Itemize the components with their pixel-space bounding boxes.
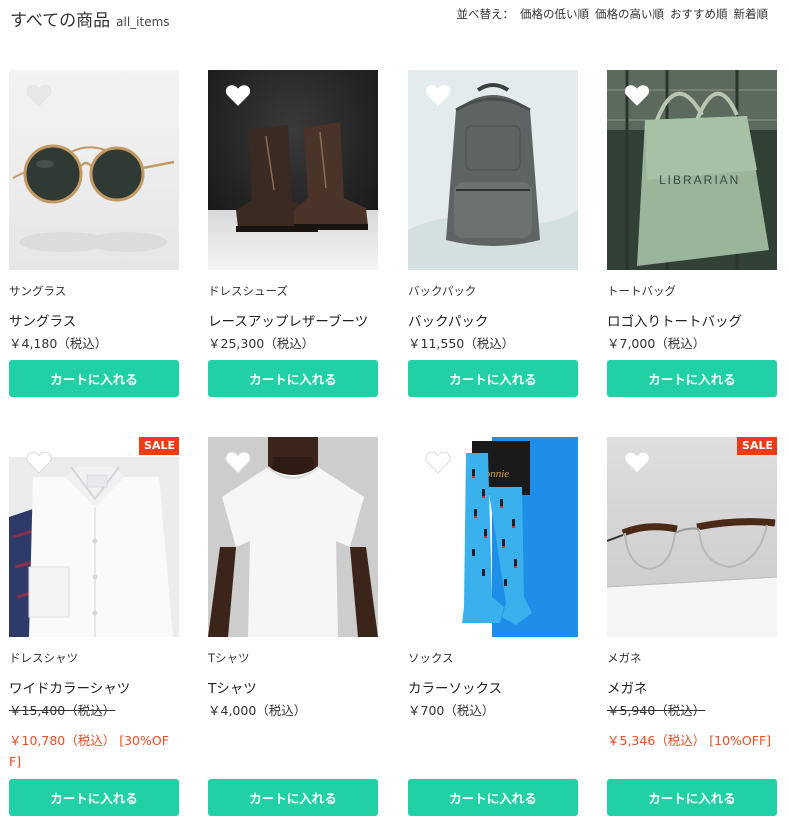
heart-icon[interactable] (225, 450, 251, 474)
product-card: Tシャツ Tシャツ ￥4,000（税込） カートに入れる (208, 437, 378, 816)
product-image-tshirt[interactable] (208, 437, 378, 637)
heart-icon[interactable] (26, 450, 52, 474)
tote-bag-logo: LIBRARIAN (659, 173, 740, 187)
product-category: トートバッグ (607, 284, 676, 298)
product-price: ￥25,300（税込） (208, 336, 315, 351)
product-category: Tシャツ (208, 651, 250, 665)
product-name[interactable]: メガネ (607, 677, 648, 697)
product-price: ￥4,000（税込） (208, 703, 307, 718)
product-card: Bonnie ソックス カラーソックス ￥700（税込） カートに入れる (408, 437, 578, 816)
heart-icon[interactable] (624, 450, 650, 474)
product-sale-price: ￥10,780（税込） [30%OFF] (9, 733, 169, 769)
page-subtitle: all_items (116, 15, 170, 29)
add-to-cart-button[interactable]: カートに入れる (208, 779, 378, 816)
product-category: ドレスシャツ (9, 651, 78, 665)
product-image-dress-shirt[interactable]: SALE (9, 437, 179, 637)
product-card: SALE メガネ メガネ ￥5,940（税込） ￥5,346（税込） [10%O… (607, 437, 777, 816)
heart-icon[interactable] (225, 83, 251, 107)
sort-newest[interactable]: 新着順 (734, 7, 769, 21)
add-to-cart-button[interactable]: カートに入れる (9, 360, 179, 397)
product-category: メガネ (607, 651, 642, 665)
add-to-cart-button[interactable]: カートに入れる (9, 779, 179, 816)
product-original-price: ￥15,400（税込） (9, 703, 116, 718)
heart-icon[interactable] (624, 83, 650, 107)
page-title: すべての商品 all_items (10, 6, 170, 31)
heart-icon[interactable] (425, 83, 451, 107)
page-title-text: すべての商品 (10, 11, 111, 31)
sort-label: 並べ替え： (456, 7, 515, 21)
sale-badge: SALE (737, 437, 777, 455)
product-card: SALE ドレスシャツ ワイドカラーシャツ ￥15,400（税込） ￥10,78… (9, 437, 179, 816)
product-card: ドレスシューズ レースアップレザーブーツ ￥25,300（税込） カートに入れる (208, 70, 378, 397)
add-to-cart-button[interactable]: カートに入れる (408, 779, 578, 816)
product-price: ￥11,550（税込） (408, 336, 515, 351)
product-image-sunglasses[interactable] (9, 70, 179, 270)
product-price: ￥4,180（税込） (9, 336, 108, 351)
sort-price-asc[interactable]: 価格の低い順 (520, 7, 589, 21)
product-image-glasses[interactable]: SALE (607, 437, 777, 637)
heart-icon[interactable] (26, 83, 52, 107)
product-category: ドレスシューズ (208, 284, 288, 298)
product-original-price: ￥5,940（税込） (607, 703, 706, 718)
product-category: サングラス (9, 284, 67, 298)
product-price: ￥7,000（税込） (607, 336, 706, 351)
product-name[interactable]: バックパック (408, 310, 488, 330)
sort-recommended[interactable]: おすすめ順 (670, 7, 728, 21)
add-to-cart-button[interactable]: カートに入れる (208, 360, 378, 397)
sort-price-desc[interactable]: 価格の高い順 (595, 7, 664, 21)
product-name[interactable]: ロゴ入りトートバッグ (607, 310, 742, 330)
sort-options: 並べ替え： 価格の低い順 価格の高い順 おすすめ順 新着順 (457, 6, 769, 22)
page-header: すべての商品 all_items 並べ替え： 価格の低い順 価格の高い順 おすすめ順 新着… (10, 6, 780, 31)
product-image-backpack[interactable] (408, 70, 578, 270)
product-name[interactable]: ワイドカラーシャツ (9, 677, 130, 697)
product-image-boots[interactable] (208, 70, 378, 270)
product-card: サングラス サングラス ￥4,180（税込） カートに入れる (9, 70, 179, 397)
product-category: バックパック (408, 284, 477, 298)
product-price: ￥700（税込） (408, 703, 495, 718)
add-to-cart-button[interactable]: カートに入れる (607, 779, 777, 816)
product-name[interactable]: Tシャツ (208, 677, 257, 697)
product-sale-price: ￥5,346（税込） [10%OFF] (607, 733, 772, 748)
product-name[interactable]: サングラス (9, 310, 76, 330)
add-to-cart-button[interactable]: カートに入れる (408, 360, 578, 397)
product-card: バックパック バックパック ￥11,550（税込） カートに入れる (408, 70, 578, 397)
add-to-cart-button[interactable]: カートに入れる (607, 360, 777, 397)
product-image-socks[interactable]: Bonnie (408, 437, 578, 637)
product-name[interactable]: レースアップレザーブーツ (208, 310, 368, 330)
product-card: LIBRARIAN トートバッグ ロゴ入りトートバッグ ￥7,000（税込） カ… (607, 70, 777, 397)
product-category: ソックス (408, 651, 454, 665)
product-name[interactable]: カラーソックス (408, 677, 502, 697)
heart-icon[interactable] (425, 450, 451, 474)
product-image-tote-bag[interactable]: LIBRARIAN (607, 70, 777, 270)
sale-badge: SALE (139, 437, 179, 455)
